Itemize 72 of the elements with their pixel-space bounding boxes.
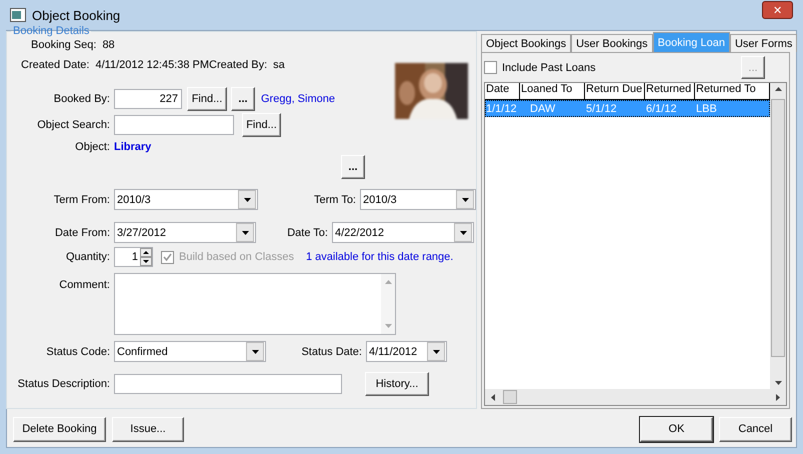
- dropdown-arrow-icon: [432, 350, 440, 354]
- dropdown-arrow-icon: [252, 350, 258, 354]
- scroll-down-icon: [384, 324, 392, 328]
- more-button[interactable]: ...: [341, 155, 365, 179]
- quantity-spinner[interactable]: 1: [114, 247, 153, 267]
- field-label: Booking Seq:: [31, 39, 96, 51]
- group-title: Booking Details: [12, 25, 90, 37]
- find-button[interactable]: Find...: [242, 113, 281, 137]
- column-header[interactable]: Date: [485, 83, 520, 100]
- term-from-dropdown[interactable]: 2010/3: [114, 189, 258, 210]
- field-label: Comment:: [58, 279, 111, 291]
- dialog-button[interactable]: Cancel: [719, 416, 792, 442]
- person-link[interactable]: Gregg, Simone: [261, 93, 335, 105]
- status-description-field[interactable]: [114, 374, 342, 394]
- scroll-thumb[interactable]: [771, 99, 785, 357]
- booked-by-field[interactable]: 227: [114, 89, 182, 109]
- field-label: Quantity:: [64, 251, 111, 263]
- find-button[interactable]: Find...: [187, 87, 227, 111]
- field-label: Object Search:: [36, 119, 111, 131]
- column-header[interactable]: Loaned To: [520, 83, 585, 100]
- scroll-down-icon[interactable]: [774, 381, 782, 385]
- field-label: Booked By:: [52, 93, 111, 105]
- created-by-value: sa: [273, 59, 285, 71]
- horizontal-scrollbar[interactable]: [485, 389, 786, 405]
- dropdown-arrow-icon: [244, 198, 250, 202]
- term-to-dropdown[interactable]: 2010/3: [360, 189, 476, 210]
- field-label: Status Date:: [300, 346, 363, 358]
- booking-seq-value: 88: [102, 39, 115, 51]
- status-code-dropdown[interactable]: Confirmed: [114, 341, 266, 362]
- column-header[interactable]: Return Due: [585, 83, 645, 100]
- close-button[interactable]: ✕: [762, 1, 793, 19]
- dropdown-arrow-icon: [460, 230, 466, 234]
- tab[interactable]: User Forms: [730, 34, 798, 52]
- field-label: Date To:: [286, 226, 329, 238]
- availability-text: 1 available for this date range.: [306, 251, 454, 263]
- dropdown-arrow-icon: [242, 230, 248, 234]
- scroll-right-icon[interactable]: [776, 394, 780, 400]
- more-button[interactable]: ...: [231, 87, 255, 111]
- include-past-loans-checkbox[interactable]: Include Past Loans: [484, 61, 596, 74]
- tab[interactable]: Object Bookings: [481, 34, 572, 52]
- comment-field[interactable]: [114, 273, 396, 335]
- column-header[interactable]: Returned To: [695, 83, 770, 100]
- window-title: Object Booking: [32, 8, 120, 22]
- field-label: Status Code:: [45, 346, 111, 358]
- scroll-left-icon[interactable]: [491, 394, 495, 400]
- action-button[interactable]: Delete Booking: [13, 416, 106, 442]
- created-date-value: 4/11/2012 12:45:38 PM: [95, 59, 210, 71]
- scroll-up-icon: [384, 280, 392, 284]
- action-button[interactable]: Issue...: [112, 416, 184, 442]
- check-icon: [163, 252, 172, 262]
- history-button[interactable]: History...: [365, 372, 429, 396]
- object-search-field[interactable]: [114, 115, 234, 135]
- field-label: Date From:: [54, 226, 111, 238]
- dropdown-arrow-icon: [462, 198, 468, 202]
- vertical-scrollbar[interactable]: [770, 83, 786, 389]
- spin-arrows-icon: [140, 248, 152, 266]
- window-icon: [10, 8, 26, 22]
- field-label: Created Date:: [21, 59, 90, 71]
- date-to-picker[interactable]: 4/22/2012: [332, 222, 474, 243]
- field-label: Object:: [74, 141, 111, 153]
- dialog-button[interactable]: OK: [640, 416, 713, 442]
- field-label: Status Description:: [16, 378, 111, 390]
- field-label: Term To:: [313, 194, 357, 206]
- column-header[interactable]: Returned: [645, 83, 695, 100]
- scroll-up-icon[interactable]: [774, 87, 782, 91]
- status-date-picker[interactable]: 4/11/2012: [366, 341, 447, 362]
- field-label: Created By:: [209, 59, 268, 71]
- date-from-picker[interactable]: 3/27/2012: [114, 222, 256, 243]
- scroll-thumb[interactable]: [503, 390, 517, 404]
- object-value: Library: [114, 141, 152, 153]
- field-label: Term From:: [52, 194, 111, 206]
- tab[interactable]: User Bookings: [571, 34, 653, 52]
